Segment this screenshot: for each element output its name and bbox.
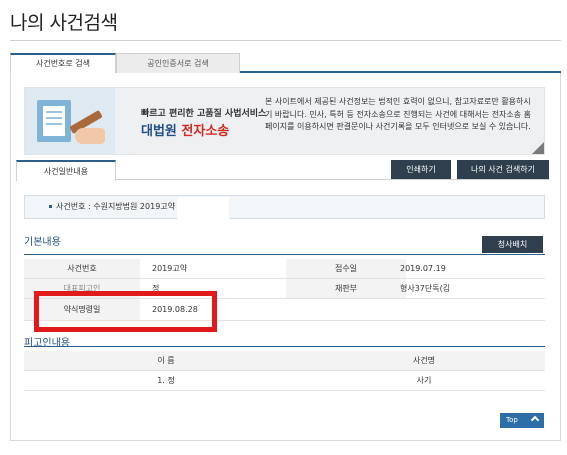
page-title: 나의 사건검색 xyxy=(10,12,118,34)
section-divider xyxy=(24,254,545,255)
tab-case-number-search[interactable]: 사건번호로 검색 xyxy=(10,53,116,73)
banner-brand: 대법원 전자소송 xyxy=(141,120,229,139)
section-divider xyxy=(24,346,545,347)
highlight-box xyxy=(34,291,217,332)
receipt-date-label: 접수일 xyxy=(286,259,406,278)
hand-icon xyxy=(75,128,105,144)
table-row: 사건번호 2019고약 접수일 2019.07.19 xyxy=(24,259,545,279)
document-line xyxy=(46,117,62,119)
case-number-value: 2019고약 xyxy=(152,264,188,273)
brand-ecourt: 전자소송 xyxy=(181,124,230,139)
basic-info-title: 기본내용 xyxy=(24,237,61,248)
column-name-header: 이 름 xyxy=(157,356,175,365)
bullet-icon xyxy=(49,205,52,208)
court-division-value: 형사37단독(김 xyxy=(400,284,451,293)
case-number-box: 사건번호 : 수원지방법원 2019고약 xyxy=(24,195,545,219)
banner-subtitle: 빠르고 편리한 고품질 사법서비스 xyxy=(141,109,267,119)
banner-corner-icon xyxy=(532,142,544,154)
print-button[interactable]: 인쇄하기 xyxy=(391,160,451,179)
scroll-top-button[interactable]: Top xyxy=(500,413,544,428)
case-name-cell: 사기 xyxy=(416,376,432,385)
document-line xyxy=(46,123,62,125)
table-row: 1. 정 사기 xyxy=(24,371,545,391)
table-header: 이 름 사건명 xyxy=(24,351,545,371)
defendant-name-cell: 1. 정 xyxy=(157,376,175,385)
banner-illustration xyxy=(25,88,115,154)
brand-court: 대법원 xyxy=(141,124,177,139)
ecourt-banner[interactable]: 빠르고 편리한 고품질 사법서비스 대법원 전자소송 본 사이트에서 제공된 사… xyxy=(24,87,545,155)
column-case-name-header: 사건명 xyxy=(412,356,436,365)
case-number-label: 사건번호 xyxy=(24,259,140,278)
redaction xyxy=(177,197,229,219)
court-division-label: 재판부 xyxy=(286,279,406,298)
top-label: Top xyxy=(506,416,518,424)
chevron-up-icon xyxy=(530,415,540,425)
tab-case-general[interactable]: 사건일반내용 xyxy=(16,160,116,181)
title-divider xyxy=(10,40,561,41)
case-number-line: 사건번호 : 수원지방법원 2019고약 xyxy=(56,202,176,211)
receipt-date-value: 2019.07.19 xyxy=(400,264,446,273)
document-line xyxy=(46,111,62,113)
court-map-button[interactable]: 청사배치 xyxy=(482,236,543,253)
search-tabs: 사건번호로 검색 공인인증서로 검색 xyxy=(10,53,561,73)
tab-certificate-search[interactable]: 공인인증서로 검색 xyxy=(116,53,240,73)
banner-notice: 본 사이트에서 제공된 사건정보는 법적인 효력이 없으니, 참고자료로만 활용… xyxy=(265,97,532,131)
my-case-search-button[interactable]: 나의 사건 검색하기 xyxy=(457,160,549,179)
